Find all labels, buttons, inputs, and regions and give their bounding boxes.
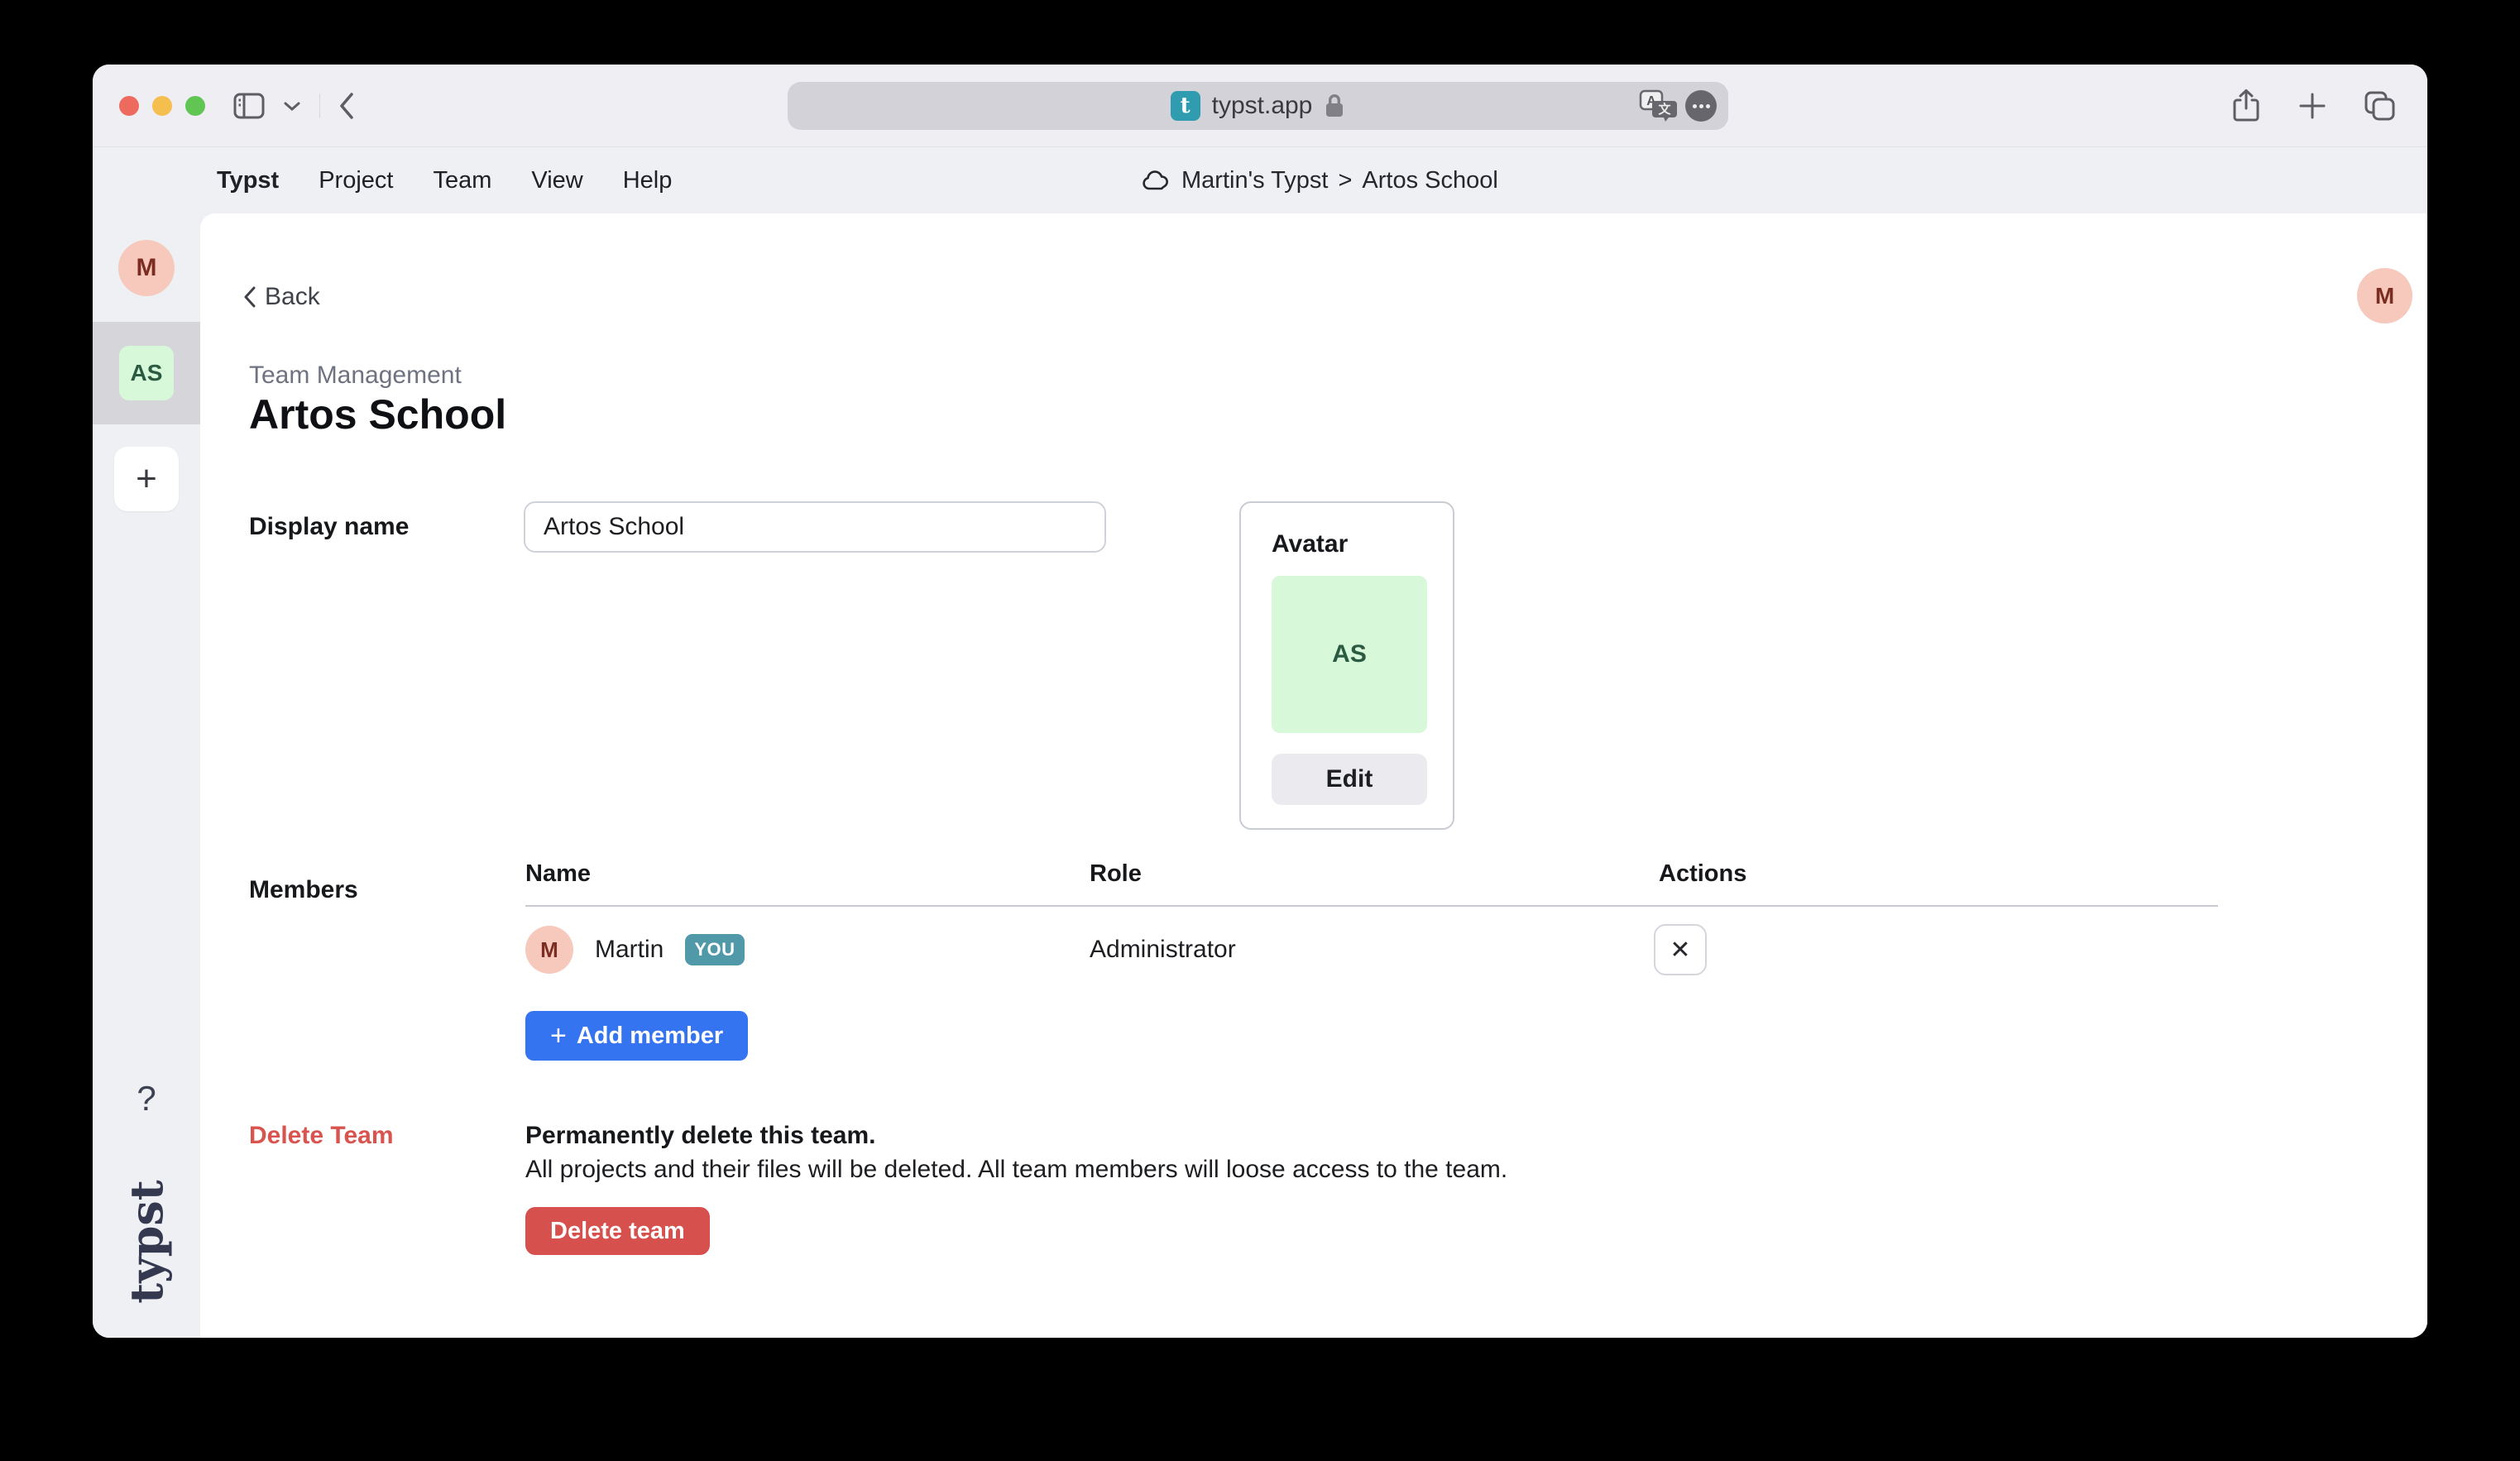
remove-member-button[interactable]: ✕: [1654, 924, 1707, 975]
display-name-input[interactable]: [524, 501, 1106, 553]
lock-icon: [1324, 93, 1345, 119]
address-bar[interactable]: t typst.app A 文: [788, 82, 1728, 130]
add-member-label: Add member: [577, 1023, 723, 1050]
minimize-window-button[interactable]: [152, 96, 172, 116]
chevron-down-icon[interactable]: [283, 100, 301, 112]
breadcrumb-parent[interactable]: Martin's Typst: [1181, 167, 1328, 194]
add-workspace-button[interactable]: +: [114, 447, 179, 511]
table-header-divider: [525, 905, 2218, 907]
tab-overview-icon[interactable]: [2364, 91, 2396, 121]
delete-warning-title: Permanently delete this team.: [525, 1122, 876, 1150]
app-menubar: Typst Project Team View Help Martin's Ty…: [93, 147, 2427, 213]
section-label: Team Management: [249, 362, 462, 390]
plus-icon: +: [550, 1022, 567, 1050]
site-favicon: t: [1171, 91, 1200, 121]
sidebar-item-personal-workspace[interactable]: M: [118, 240, 175, 296]
breadcrumb[interactable]: Martin's Typst > Artos School: [1142, 147, 1498, 213]
add-member-button[interactable]: + Add member: [525, 1011, 748, 1061]
team-avatar-preview: AS: [1272, 576, 1427, 733]
member-name-cell: M Martin YOU: [525, 924, 745, 975]
members-label: Members: [249, 876, 358, 904]
menu-help[interactable]: Help: [623, 167, 673, 194]
sidebar-item-team-selected[interactable]: AS: [93, 322, 200, 424]
toolbar-divider: [319, 93, 320, 118]
edit-avatar-button[interactable]: Edit: [1272, 754, 1427, 805]
translate-icon[interactable]: A 文: [1639, 89, 1677, 122]
typst-logo: typst: [120, 1180, 173, 1303]
back-navigation-icon[interactable]: [338, 92, 355, 120]
table-row: M Martin YOU Administrator ✕: [525, 924, 2218, 975]
breadcrumb-current: Artos School: [1362, 167, 1497, 194]
account-avatar[interactable]: M: [2357, 268, 2412, 323]
new-tab-icon[interactable]: [2298, 92, 2326, 120]
member-name: Martin: [595, 936, 664, 964]
menu-view[interactable]: View: [531, 167, 582, 194]
display-name-label: Display name: [249, 513, 409, 541]
help-button[interactable]: ?: [93, 1079, 200, 1119]
team-avatar: AS: [119, 346, 174, 400]
avatar-panel-title: Avatar: [1272, 530, 1348, 558]
back-label: Back: [265, 283, 320, 311]
close-window-button[interactable]: [119, 96, 139, 116]
workspace-sidebar: M AS + ? typst: [93, 213, 200, 1338]
delete-team-button[interactable]: Delete team: [525, 1207, 710, 1255]
chevron-left-icon: [243, 286, 256, 308]
avatar-panel: Avatar AS Edit: [1239, 501, 1454, 830]
page-title: Artos School: [249, 390, 506, 438]
delete-warning-body: All projects and their files will be del…: [525, 1156, 1507, 1184]
share-icon[interactable]: [2232, 89, 2260, 123]
svg-text:文: 文: [1658, 102, 1671, 117]
breadcrumb-separator: >: [1338, 167, 1352, 194]
screen: t typst.app A 文: [0, 0, 2520, 1461]
you-badge: YOU: [685, 934, 744, 965]
url-text: typst.app: [1212, 92, 1313, 120]
menu-team[interactable]: Team: [433, 167, 491, 194]
traffic-lights: [119, 96, 205, 116]
column-header-actions: Actions: [1659, 860, 1746, 888]
zoom-window-button[interactable]: [185, 96, 205, 116]
column-header-role: Role: [1090, 860, 1142, 888]
member-role: Administrator: [1090, 924, 1236, 975]
menu-typst[interactable]: Typst: [217, 167, 279, 194]
cloud-icon: [1142, 169, 1171, 192]
app-body: M AS + ? typst M Back Te: [93, 213, 2427, 1338]
app-menus: Typst Project Team View Help: [93, 167, 672, 194]
column-header-name: Name: [525, 860, 591, 888]
team-management-page: M Back Team Management Artos School Disp…: [200, 213, 2427, 1338]
browser-window: t typst.app A 文: [93, 65, 2427, 1338]
page-settings-icon[interactable]: [1685, 90, 1717, 122]
delete-team-label: Delete Team: [249, 1122, 394, 1150]
members-table: Name Role Actions M Martin YOU Administr…: [525, 860, 2218, 1075]
sidebar-toggle-icon[interactable]: [233, 93, 265, 119]
browser-toolbar: t typst.app A 文: [93, 65, 2427, 147]
menu-project[interactable]: Project: [319, 167, 393, 194]
back-link[interactable]: Back: [243, 283, 320, 311]
member-avatar: M: [525, 926, 573, 974]
